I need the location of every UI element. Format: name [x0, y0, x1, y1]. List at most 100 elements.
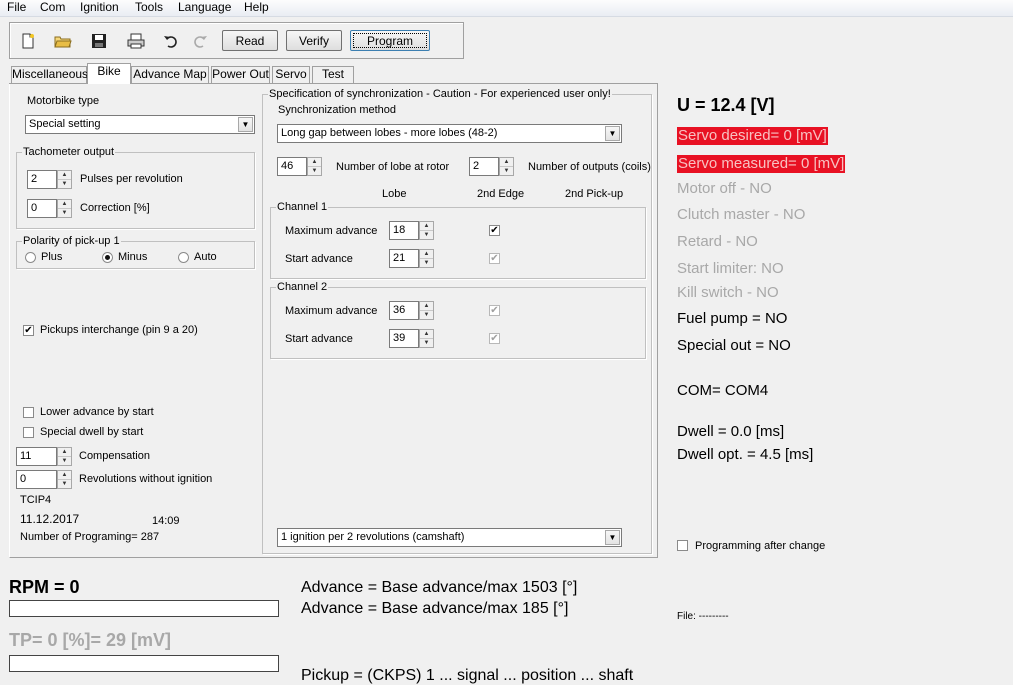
tp-progress-bar — [9, 655, 279, 672]
sync-method-value: Long gap between lobes - more lobes (48-… — [281, 127, 498, 139]
program-button[interactable]: Program — [350, 30, 430, 51]
verify-button[interactable]: Verify — [286, 30, 342, 51]
pulses-input[interactable]: 2 — [27, 170, 57, 189]
menu-help[interactable]: Help — [244, 0, 269, 14]
program-date: 11.12.2017 — [20, 512, 80, 526]
outputs-spinner[interactable]: ▲ ▼ — [499, 157, 514, 176]
arrow-down-icon[interactable]: ▼ — [420, 258, 433, 267]
fuel-pump-status: Fuel pump = NO — [677, 310, 788, 327]
arrow-up-icon[interactable]: ▲ — [58, 200, 71, 208]
sync-method-label: Synchronization method — [278, 104, 397, 116]
ch2-max-advance-input[interactable]: 36 — [389, 301, 419, 320]
pulses-label: Pulses per revolution — [80, 173, 183, 185]
menu-com[interactable]: Com — [40, 0, 65, 14]
ch2-max-advance-spinner[interactable]: ▲ ▼ — [419, 301, 434, 320]
pickups-interchange-checkbox[interactable]: ✔ — [23, 325, 34, 336]
revolutions-input[interactable]: 0 — [16, 470, 57, 489]
arrow-down-icon[interactable]: ▼ — [420, 338, 433, 347]
tab-power-out[interactable]: Power Out — [211, 66, 270, 83]
ignition-mode-select[interactable]: 1 ignition per 2 revolutions (camshaft) … — [277, 528, 622, 547]
arrow-down-icon[interactable]: ▼ — [308, 166, 321, 175]
menu-ignition[interactable]: Ignition — [80, 0, 119, 14]
polarity-plus-radio[interactable] — [25, 252, 36, 263]
menu-file[interactable]: File — [7, 0, 26, 14]
arrow-up-icon[interactable]: ▲ — [58, 448, 71, 456]
chevron-down-icon[interactable]: ▼ — [605, 530, 620, 545]
arrow-down-icon[interactable]: ▼ — [58, 179, 71, 188]
ch1-max-advance-spinner[interactable]: ▲ ▼ — [419, 221, 434, 240]
arrow-down-icon[interactable]: ▼ — [58, 456, 71, 465]
rpm-readout: RPM = 0 — [9, 577, 80, 597]
arrow-down-icon[interactable]: ▼ — [420, 310, 433, 319]
special-dwell-checkbox[interactable] — [23, 427, 34, 438]
tab-advance-map[interactable]: Advance Map — [131, 66, 209, 83]
arrow-up-icon[interactable]: ▲ — [420, 222, 433, 230]
menu-tools[interactable]: Tools — [135, 0, 163, 14]
arrow-down-icon[interactable]: ▼ — [58, 208, 71, 217]
lobes-input[interactable]: 46 — [277, 157, 307, 176]
menu-language[interactable]: Language — [178, 0, 231, 14]
tachometer-group-label: Tachometer output — [22, 146, 116, 158]
arrow-up-icon[interactable]: ▲ — [500, 158, 513, 166]
sync-method-select[interactable]: Long gap between lobes - more lobes (48-… — [277, 124, 622, 143]
ch1-start-advance-input[interactable]: 21 — [389, 249, 419, 268]
read-button[interactable]: Read — [222, 30, 278, 51]
correction-input[interactable]: 0 — [27, 199, 57, 218]
col-2nd-pickup-header: 2nd Pick-up — [565, 188, 624, 200]
save-icon[interactable] — [88, 30, 110, 52]
revolutions-spinner[interactable]: ▲ ▼ — [57, 470, 72, 489]
ch1-start-2nd-edge-checkbox: ✔ — [489, 253, 500, 264]
tab-bike[interactable]: Bike — [87, 63, 131, 84]
ch1-max-advance-label: Maximum advance — [285, 225, 378, 237]
arrow-up-icon[interactable]: ▲ — [420, 330, 433, 338]
arrow-up-icon[interactable]: ▲ — [420, 250, 433, 258]
arrow-up-icon[interactable]: ▲ — [420, 302, 433, 310]
dwell-opt-readout: Dwell opt. = 4.5 [ms] — [677, 446, 814, 463]
motorbike-type-select[interactable]: Special setting ▼ — [25, 115, 255, 134]
lower-advance-checkbox[interactable] — [23, 407, 34, 418]
tab-test[interactable]: Test — [312, 66, 354, 83]
lobes-spinner[interactable]: ▲ ▼ — [307, 157, 322, 176]
undo-icon[interactable] — [160, 30, 182, 52]
polarity-auto-radio[interactable] — [178, 252, 189, 263]
ignition-mode-value: 1 ignition per 2 revolutions (camshaft) — [281, 531, 465, 543]
ch2-start-2nd-edge-checkbox: ✔ — [489, 333, 500, 344]
advance-readout-1: Advance = Base advance/max 1503 [°] — [301, 579, 578, 596]
arrow-up-icon[interactable]: ▲ — [308, 158, 321, 166]
pulses-spinner[interactable]: ▲ ▼ — [57, 170, 72, 189]
arrow-up-icon[interactable]: ▲ — [58, 471, 71, 479]
com-port-status: COM= COM4 — [677, 382, 769, 399]
polarity-minus-radio[interactable] — [102, 252, 113, 263]
ch1-start-advance-spinner[interactable]: ▲ ▼ — [419, 249, 434, 268]
ch2-start-advance-spinner[interactable]: ▲ ▼ — [419, 329, 434, 348]
ch2-max-advance-label: Maximum advance — [285, 305, 378, 317]
chevron-down-icon[interactable]: ▼ — [238, 117, 253, 132]
rpm-progress-bar — [9, 600, 279, 617]
programming-after-change-checkbox[interactable] — [677, 540, 688, 551]
sync-group-label: Specification of synchronization - Cauti… — [268, 88, 612, 100]
correction-spinner[interactable]: ▲ ▼ — [57, 199, 72, 218]
ch1-max-advance-input[interactable]: 18 — [389, 221, 419, 240]
lower-advance-label: Lower advance by start — [40, 406, 154, 418]
compensation-spinner[interactable]: ▲ ▼ — [57, 447, 72, 466]
programming-after-change-label: Programming after change — [695, 540, 826, 552]
tab-miscellaneous[interactable]: Miscellaneous — [11, 66, 88, 83]
lobes-label: Number of lobe at rotor — [336, 161, 450, 173]
arrow-down-icon[interactable]: ▼ — [500, 166, 513, 175]
outputs-input[interactable]: 2 — [469, 157, 499, 176]
chevron-down-icon[interactable]: ▼ — [605, 126, 620, 141]
compensation-label: Compensation — [79, 450, 150, 462]
col-2nd-edge-header: 2nd Edge — [477, 188, 525, 200]
open-folder-icon[interactable] — [52, 30, 74, 52]
new-file-icon[interactable] — [17, 30, 39, 52]
arrow-down-icon[interactable]: ▼ — [58, 479, 71, 488]
channel1-label: Channel 1 — [276, 201, 329, 213]
channel1-group — [270, 207, 646, 279]
print-icon[interactable] — [125, 30, 147, 52]
arrow-down-icon[interactable]: ▼ — [420, 230, 433, 239]
tab-servo[interactable]: Servo — [272, 66, 310, 83]
ch1-max-2nd-edge-checkbox[interactable]: ✔ — [489, 225, 500, 236]
ch2-start-advance-input[interactable]: 39 — [389, 329, 419, 348]
arrow-up-icon[interactable]: ▲ — [58, 171, 71, 179]
compensation-input[interactable]: 11 — [16, 447, 57, 466]
